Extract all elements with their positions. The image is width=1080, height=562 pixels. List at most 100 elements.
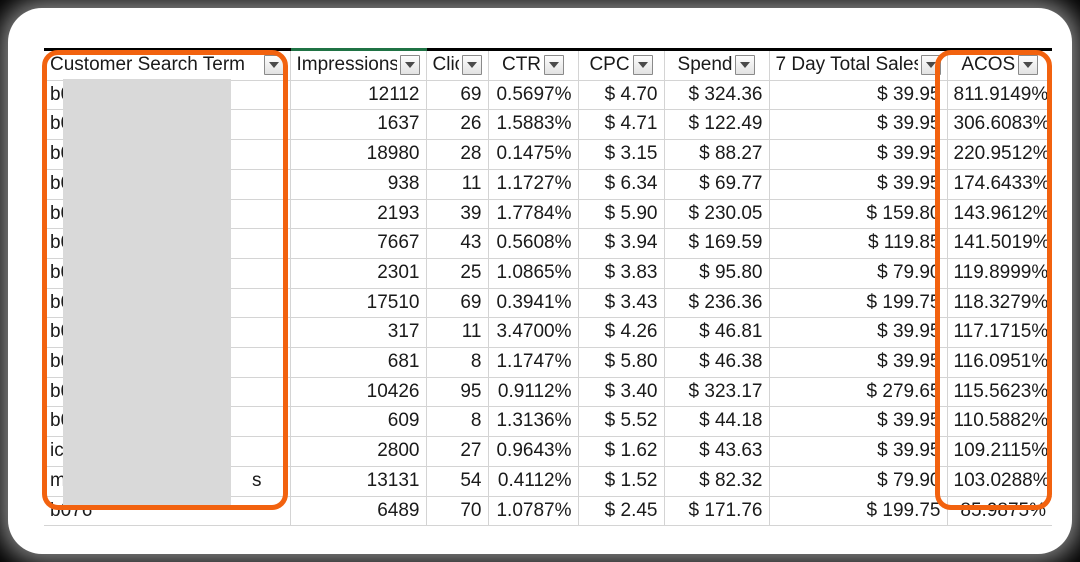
cell-ctr[interactable]: 1.5883% bbox=[488, 109, 579, 141]
column-header-term[interactable]: Customer Search Term bbox=[44, 48, 291, 81]
cell-clicks[interactable]: 69 bbox=[426, 80, 489, 111]
cell-cpc[interactable]: $ 3.83 bbox=[578, 258, 665, 289]
cell-impressions[interactable]: 1637 bbox=[290, 109, 427, 141]
cell-spend[interactable]: $ 236.36 bbox=[664, 288, 770, 319]
cell-clicks[interactable]: 39 bbox=[426, 199, 489, 230]
cell-clicks[interactable]: 26 bbox=[426, 109, 489, 141]
cell-clicks[interactable]: 25 bbox=[426, 258, 489, 289]
cell-ctr[interactable]: 1.0787% bbox=[488, 496, 579, 527]
cell-clicks[interactable]: 69 bbox=[426, 288, 489, 319]
column-header-ctr[interactable]: CTR bbox=[488, 48, 579, 81]
cell-spend[interactable]: $ 69.77 bbox=[664, 169, 770, 200]
cell-impressions[interactable]: 10426 bbox=[290, 377, 427, 408]
cell-ctr[interactable]: 1.3136% bbox=[488, 406, 579, 438]
cell-ctr[interactable]: 0.9643% bbox=[488, 436, 579, 467]
cell-cpc[interactable]: $ 1.62 bbox=[578, 436, 665, 467]
cell-spend[interactable]: $ 323.17 bbox=[664, 377, 770, 408]
cell-acos[interactable]: 119.8999% bbox=[947, 258, 1052, 289]
cell-ctr[interactable]: 0.1475% bbox=[488, 139, 579, 170]
cell-impressions[interactable]: 7667 bbox=[290, 228, 427, 259]
cell-term[interactable]: b07b bbox=[44, 139, 291, 170]
cell-term[interactable]: b019 bbox=[44, 258, 291, 289]
cell-term[interactable]: b017 bbox=[44, 406, 291, 438]
cell-clicks[interactable]: 43 bbox=[426, 228, 489, 259]
cell-spend[interactable]: $ 44.18 bbox=[664, 406, 770, 438]
column-header-acos[interactable]: ACOS bbox=[947, 48, 1052, 81]
cell-clicks[interactable]: 11 bbox=[426, 317, 489, 349]
cell-spend[interactable]: $ 88.27 bbox=[664, 139, 770, 170]
table-row[interactable]: b00o 317 11 3.4700% $ 4.26 $ 46.81 $ 39.95 117.… bbox=[44, 317, 1052, 349]
cell-sales[interactable]: $ 199.75 bbox=[769, 496, 948, 527]
cell-sales[interactable]: $ 39.95 bbox=[769, 406, 948, 438]
column-header-cpc[interactable]: CPC bbox=[578, 48, 665, 81]
cell-term[interactable]: b076 bbox=[44, 228, 291, 259]
cell-ctr[interactable]: 1.1727% bbox=[488, 169, 579, 200]
cell-clicks[interactable]: 54 bbox=[426, 466, 489, 497]
cell-sales[interactable]: $ 119.85 bbox=[769, 228, 948, 259]
cell-impressions[interactable]: 938 bbox=[290, 169, 427, 200]
cell-cpc[interactable]: $ 3.94 bbox=[578, 228, 665, 259]
cell-sales[interactable]: $ 279.65 bbox=[769, 377, 948, 408]
cell-acos[interactable]: 117.1715% bbox=[947, 317, 1052, 349]
cell-acos[interactable]: 110.5882% bbox=[947, 406, 1052, 438]
filter-dropdown-icon-ctr[interactable] bbox=[544, 55, 565, 76]
cell-acos[interactable]: 141.5019% bbox=[947, 228, 1052, 259]
table-row[interactable]: b076 7667 43 0.5608% $ 3.94 $ 169.59 $ 119.85 1… bbox=[44, 228, 1052, 259]
table-row[interactable]: b079 10426 95 0.9112% $ 3.40 $ 323.17 $ 279.65… bbox=[44, 377, 1052, 408]
cell-term[interactable]: myof s bbox=[44, 466, 291, 497]
cell-acos[interactable]: 306.6083% bbox=[947, 109, 1052, 141]
table-row[interactable]: b019 2301 25 1.0865% $ 3.83 $ 95.80 $ 79.90 119… bbox=[44, 258, 1052, 289]
cell-acos[interactable]: 143.9612% bbox=[947, 199, 1052, 230]
cell-spend[interactable]: $ 43.63 bbox=[664, 436, 770, 467]
cell-sales[interactable]: $ 79.90 bbox=[769, 258, 948, 289]
cell-cpc[interactable]: $ 5.90 bbox=[578, 199, 665, 230]
cell-impressions[interactable]: 6489 bbox=[290, 496, 427, 527]
cell-clicks[interactable]: 95 bbox=[426, 377, 489, 408]
column-header-spend[interactable]: Spend bbox=[664, 48, 770, 81]
cell-ctr[interactable]: 0.3941% bbox=[488, 288, 579, 319]
cell-sales[interactable]: $ 39.95 bbox=[769, 169, 948, 200]
cell-spend[interactable]: $ 46.81 bbox=[664, 317, 770, 349]
cell-ctr[interactable]: 0.5608% bbox=[488, 228, 579, 259]
column-header-clicks[interactable]: Click bbox=[426, 48, 489, 81]
filter-dropdown-icon-acos[interactable] bbox=[1018, 55, 1039, 76]
cell-ctr[interactable]: 0.5697% bbox=[488, 80, 579, 111]
cell-cpc[interactable]: $ 3.15 bbox=[578, 139, 665, 170]
table-row[interactable]: b018 2193 39 1.7784% $ 5.90 $ 230.05 $ 159.80 1… bbox=[44, 199, 1052, 230]
cell-sales[interactable]: $ 39.95 bbox=[769, 436, 948, 467]
table-row[interactable]: b00z 681 8 1.1747% $ 5.80 $ 46.38 $ 39.95 116.0… bbox=[44, 347, 1052, 378]
cell-spend[interactable]: $ 95.80 bbox=[664, 258, 770, 289]
filter-dropdown-icon-spend[interactable] bbox=[735, 55, 756, 76]
cell-cpc[interactable]: $ 5.52 bbox=[578, 406, 665, 438]
cell-impressions[interactable]: 2800 bbox=[290, 436, 427, 467]
cell-impressions[interactable]: 17510 bbox=[290, 288, 427, 319]
cell-cpc[interactable]: $ 3.40 bbox=[578, 377, 665, 408]
cell-cpc[interactable]: $ 4.70 bbox=[578, 80, 665, 111]
cell-clicks[interactable]: 8 bbox=[426, 347, 489, 378]
cell-cpc[interactable]: $ 3.43 bbox=[578, 288, 665, 319]
cell-spend[interactable]: $ 324.36 bbox=[664, 80, 770, 111]
table-row[interactable]: b016 12112 69 0.5697% $ 4.70 $ 324.36 $ 39.95 8… bbox=[44, 80, 1052, 111]
cell-spend[interactable]: $ 82.32 bbox=[664, 466, 770, 497]
cell-spend[interactable]: $ 46.38 bbox=[664, 347, 770, 378]
cell-sales[interactable]: $ 199.75 bbox=[769, 288, 948, 319]
filter-dropdown-icon-cpc[interactable] bbox=[632, 55, 653, 76]
cell-ctr[interactable]: 3.4700% bbox=[488, 317, 579, 349]
filter-dropdown-icon-clicks[interactable] bbox=[461, 55, 482, 76]
cell-impressions[interactable]: 681 bbox=[290, 347, 427, 378]
cell-spend[interactable]: $ 169.59 bbox=[664, 228, 770, 259]
cell-spend[interactable]: $ 122.49 bbox=[664, 109, 770, 141]
cell-term[interactable]: b018 bbox=[44, 199, 291, 230]
table-row[interactable]: b015 17510 69 0.3941% $ 3.43 $ 236.36 $ 199.75… bbox=[44, 288, 1052, 319]
cell-impressions[interactable]: 12112 bbox=[290, 80, 427, 111]
cell-cpc[interactable]: $ 4.71 bbox=[578, 109, 665, 141]
cell-cpc[interactable]: $ 1.52 bbox=[578, 466, 665, 497]
cell-sales[interactable]: $ 159.80 bbox=[769, 199, 948, 230]
cell-clicks[interactable]: 8 bbox=[426, 406, 489, 438]
cell-term[interactable]: b076 bbox=[44, 496, 291, 527]
column-header-sales[interactable]: 7 Day Total Sales bbox=[769, 48, 948, 81]
filter-dropdown-icon-sales[interactable] bbox=[920, 55, 941, 76]
cell-term[interactable]: b015 bbox=[44, 288, 291, 319]
cell-term[interactable]: b079 bbox=[44, 377, 291, 408]
cell-term[interactable]: b018 bbox=[44, 169, 291, 200]
